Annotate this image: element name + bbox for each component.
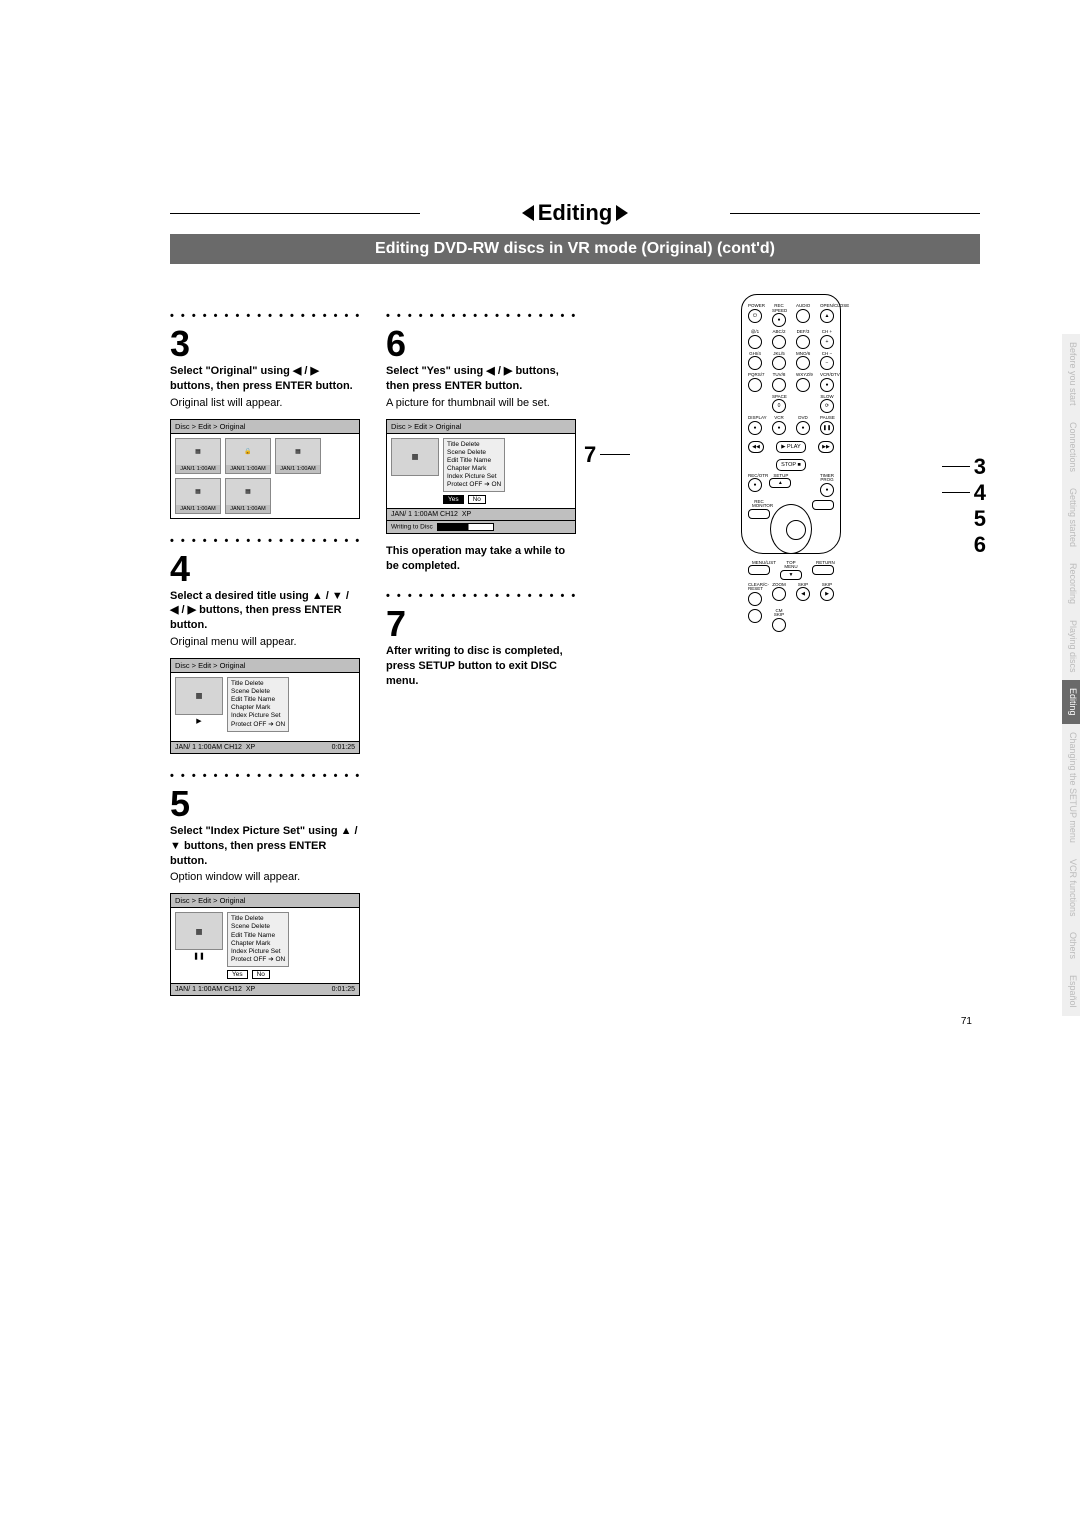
osd-option-window: Disc > Edit > Original ▦ ❚❚ Title Delete… (170, 893, 360, 996)
section-title: Editing (170, 200, 980, 226)
osd-title-menu: Disc > Edit > Original ▦ ▶ Title Delete … (170, 658, 360, 754)
step-4-instruction: Select a desired title using ▲ / ▼ / ◀ /… (170, 589, 360, 634)
step-number-7: 7 (386, 606, 576, 642)
side-tabs: Before you start Connections Getting sta… (1062, 334, 1080, 1016)
step-7-instruction: After writing to disc is completed, pres… (386, 644, 576, 689)
divider-dots: • • • • • • • • • • • • • • • • • • • • … (386, 590, 576, 602)
tab-changing-setup: Changing the SETUP menu (1062, 724, 1080, 851)
callout-5: 5 (974, 506, 986, 532)
step-6-note: This operation may take a while to be co… (386, 544, 576, 574)
callout-3: 3 (974, 454, 986, 480)
osd-menu-list: Title Delete Scene Delete Edit Title Nam… (227, 912, 289, 967)
callout-4: 4 (974, 480, 986, 506)
tab-editing: Editing (1062, 680, 1080, 724)
page-number: 71 (170, 1016, 980, 1027)
step-3-result: Original list will appear. (170, 396, 360, 411)
tab-before-you-start: Before you start (1062, 334, 1080, 414)
callout-7: 7 (584, 442, 596, 468)
dpad[interactable] (770, 504, 812, 554)
step-number-4: 4 (170, 551, 360, 587)
rewind-button[interactable]: ◀◀ (748, 441, 764, 453)
step-5-result: Option window will appear. (170, 870, 360, 885)
tab-espanol: Español (1062, 967, 1080, 1016)
remote-control: POWER⏻ REC SPEED● AUDIO OPEN/CLOSE▲ @/1 … (741, 294, 841, 554)
osd-writing: Disc > Edit > Original ▦ Title Delete Sc… (386, 419, 576, 535)
tab-getting-started: Getting started (1062, 480, 1080, 555)
divider-dots: • • • • • • • • • • • • • • • • • • • • … (170, 535, 360, 547)
title-text: Editing (538, 200, 613, 225)
osd-menu-list: Title Delete Scene Delete Edit Title Nam… (227, 677, 289, 732)
tab-recording: Recording (1062, 555, 1080, 612)
divider-dots: • • • • • • • • • • • • • • • • • • • • … (170, 310, 360, 322)
divider-dots: • • • • • • • • • • • • • • • • • • • • … (386, 310, 576, 322)
step-4-result: Original menu will appear. (170, 635, 360, 650)
divider-dots: • • • • • • • • • • • • • • • • • • • • … (170, 770, 360, 782)
subtitle-bar: Editing DVD-RW discs in VR mode (Origina… (170, 234, 980, 264)
step-number-5: 5 (170, 786, 360, 822)
tab-vcr-functions: VCR functions (1062, 851, 1080, 925)
osd-breadcrumb: Disc > Edit > Original (171, 420, 359, 434)
enter-button[interactable] (786, 520, 806, 540)
step-3-instruction: Select "Original" using ◀ / ▶ buttons, t… (170, 364, 360, 394)
callout-6: 6 (974, 532, 986, 558)
tab-others: Others (1062, 924, 1080, 967)
play-button[interactable]: ▶ PLAY (776, 441, 806, 453)
tab-playing-discs: Playing discs (1062, 612, 1080, 681)
step-5-instruction: Select "Index Picture Set" using ▲ / ▼ b… (170, 824, 360, 869)
step-6-instruction: Select "Yes" using ◀ / ▶ buttons, then p… (386, 364, 576, 394)
step-6-result: A picture for thumbnail will be set. (386, 396, 576, 411)
ffwd-button[interactable]: ▶▶ (818, 441, 834, 453)
step-number-6: 6 (386, 326, 576, 362)
stop-button[interactable]: STOP ■ (776, 459, 806, 471)
osd-thumbnail-list: Disc > Edit > Original ▦JAN/1 1:00AM 🔒JA… (170, 419, 360, 519)
step-number-3: 3 (170, 326, 360, 362)
tab-connections: Connections (1062, 414, 1080, 480)
